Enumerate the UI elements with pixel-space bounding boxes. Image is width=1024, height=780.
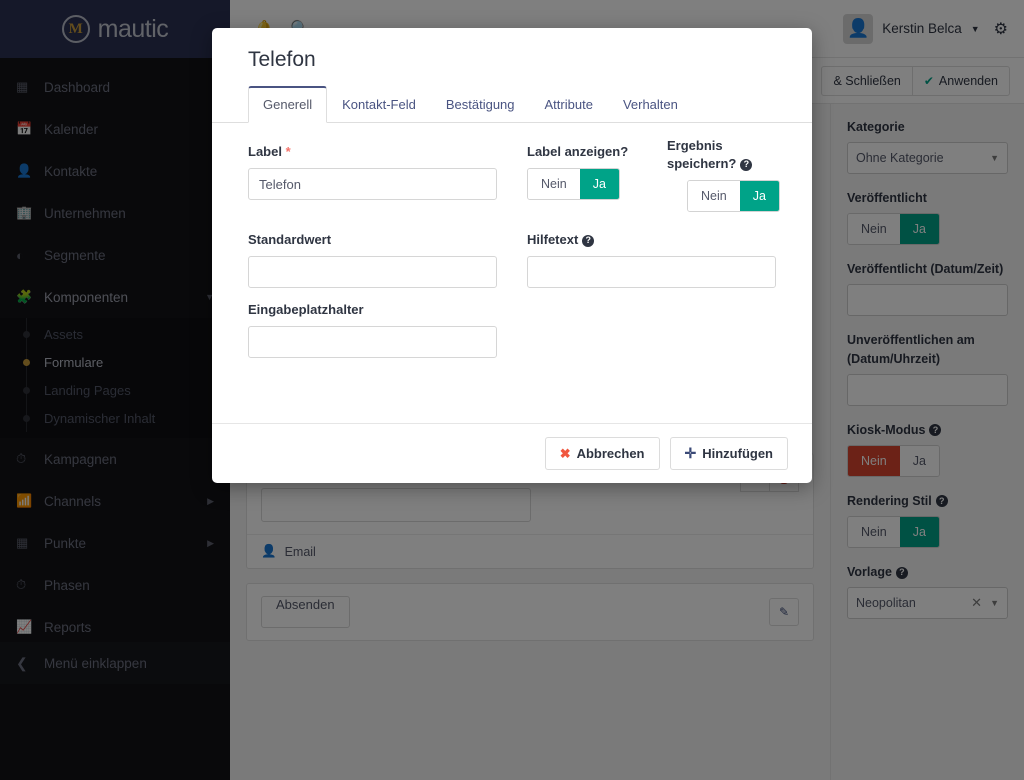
modal-body: Label * Telefon Label anzeigen? Nein Ja … (212, 123, 812, 423)
default-value-input[interactable] (248, 256, 497, 289)
save-result-toggle[interactable]: Nein Ja (687, 180, 780, 213)
help-text-label-text: Hilfetext (527, 232, 579, 247)
save-result-no[interactable]: Nein (688, 181, 740, 212)
modal-title: Telefon (248, 48, 316, 71)
default-value-label: Standardwert (248, 232, 332, 247)
show-label-toggle[interactable]: Nein Ja (527, 168, 620, 201)
save-result-group: Ergebnis speichern?? Nein Ja (667, 137, 780, 213)
save-result-label-text: Ergebnis speichern? (667, 138, 737, 172)
close-icon: ✖ (559, 445, 571, 461)
show-label-yes[interactable]: Ja (579, 169, 619, 200)
default-value-group: Standardwert (248, 231, 497, 289)
save-result-label: Ergebnis speichern?? (667, 137, 777, 173)
label-field-group: Label * Telefon (248, 143, 497, 201)
placeholder-label: Eingabeplatzhalter (248, 302, 364, 317)
help-text-input[interactable] (527, 256, 776, 289)
cancel-button[interactable]: ✖ Abbrechen (544, 437, 660, 470)
tab-kontakt-feld[interactable]: Kontakt-Feld (327, 86, 431, 123)
tab-generell[interactable]: Generell (248, 86, 328, 123)
label-field-label-text: Label (248, 144, 282, 159)
modal-footer: ✖ Abbrechen ✛ Hinzufügen (212, 423, 812, 483)
app-root: M mautic ▦ Dashboard 📅 Kalender 👤 Kontak… (0, 0, 1024, 780)
show-label-label: Label anzeigen? (527, 144, 629, 159)
save-result-yes[interactable]: Ja (739, 181, 779, 212)
placeholder-input[interactable] (248, 326, 497, 359)
help-text-label: Hilfetext? (527, 231, 776, 249)
tab-verhalten[interactable]: Verhalten (608, 86, 693, 123)
required-asterisk: * (285, 144, 291, 159)
show-label-no[interactable]: Nein (528, 169, 580, 200)
help-icon[interactable]: ? (582, 234, 595, 247)
placeholder-group: Eingabeplatzhalter (248, 301, 497, 359)
field-settings-modal: Telefon Generell Kontakt-Feld Bestätigun… (212, 28, 812, 483)
tab-attribute[interactable]: Attribute (530, 86, 608, 123)
tab-bestaetigung[interactable]: Bestätigung (431, 86, 530, 123)
help-icon[interactable]: ? (740, 158, 753, 171)
help-text-group: Hilfetext? (527, 231, 776, 289)
add-button[interactable]: ✛ Hinzufügen (669, 437, 788, 470)
add-label: Hinzufügen (702, 446, 773, 461)
cancel-label: Abbrechen (576, 446, 645, 461)
label-input[interactable]: Telefon (248, 168, 497, 201)
plus-icon: ✛ (684, 445, 697, 461)
modal-tabs: Generell Kontakt-Feld Bestätigung Attrib… (212, 86, 812, 123)
label-field-label: Label * (248, 143, 497, 161)
show-label-group: Label anzeigen? Nein Ja (527, 143, 629, 201)
